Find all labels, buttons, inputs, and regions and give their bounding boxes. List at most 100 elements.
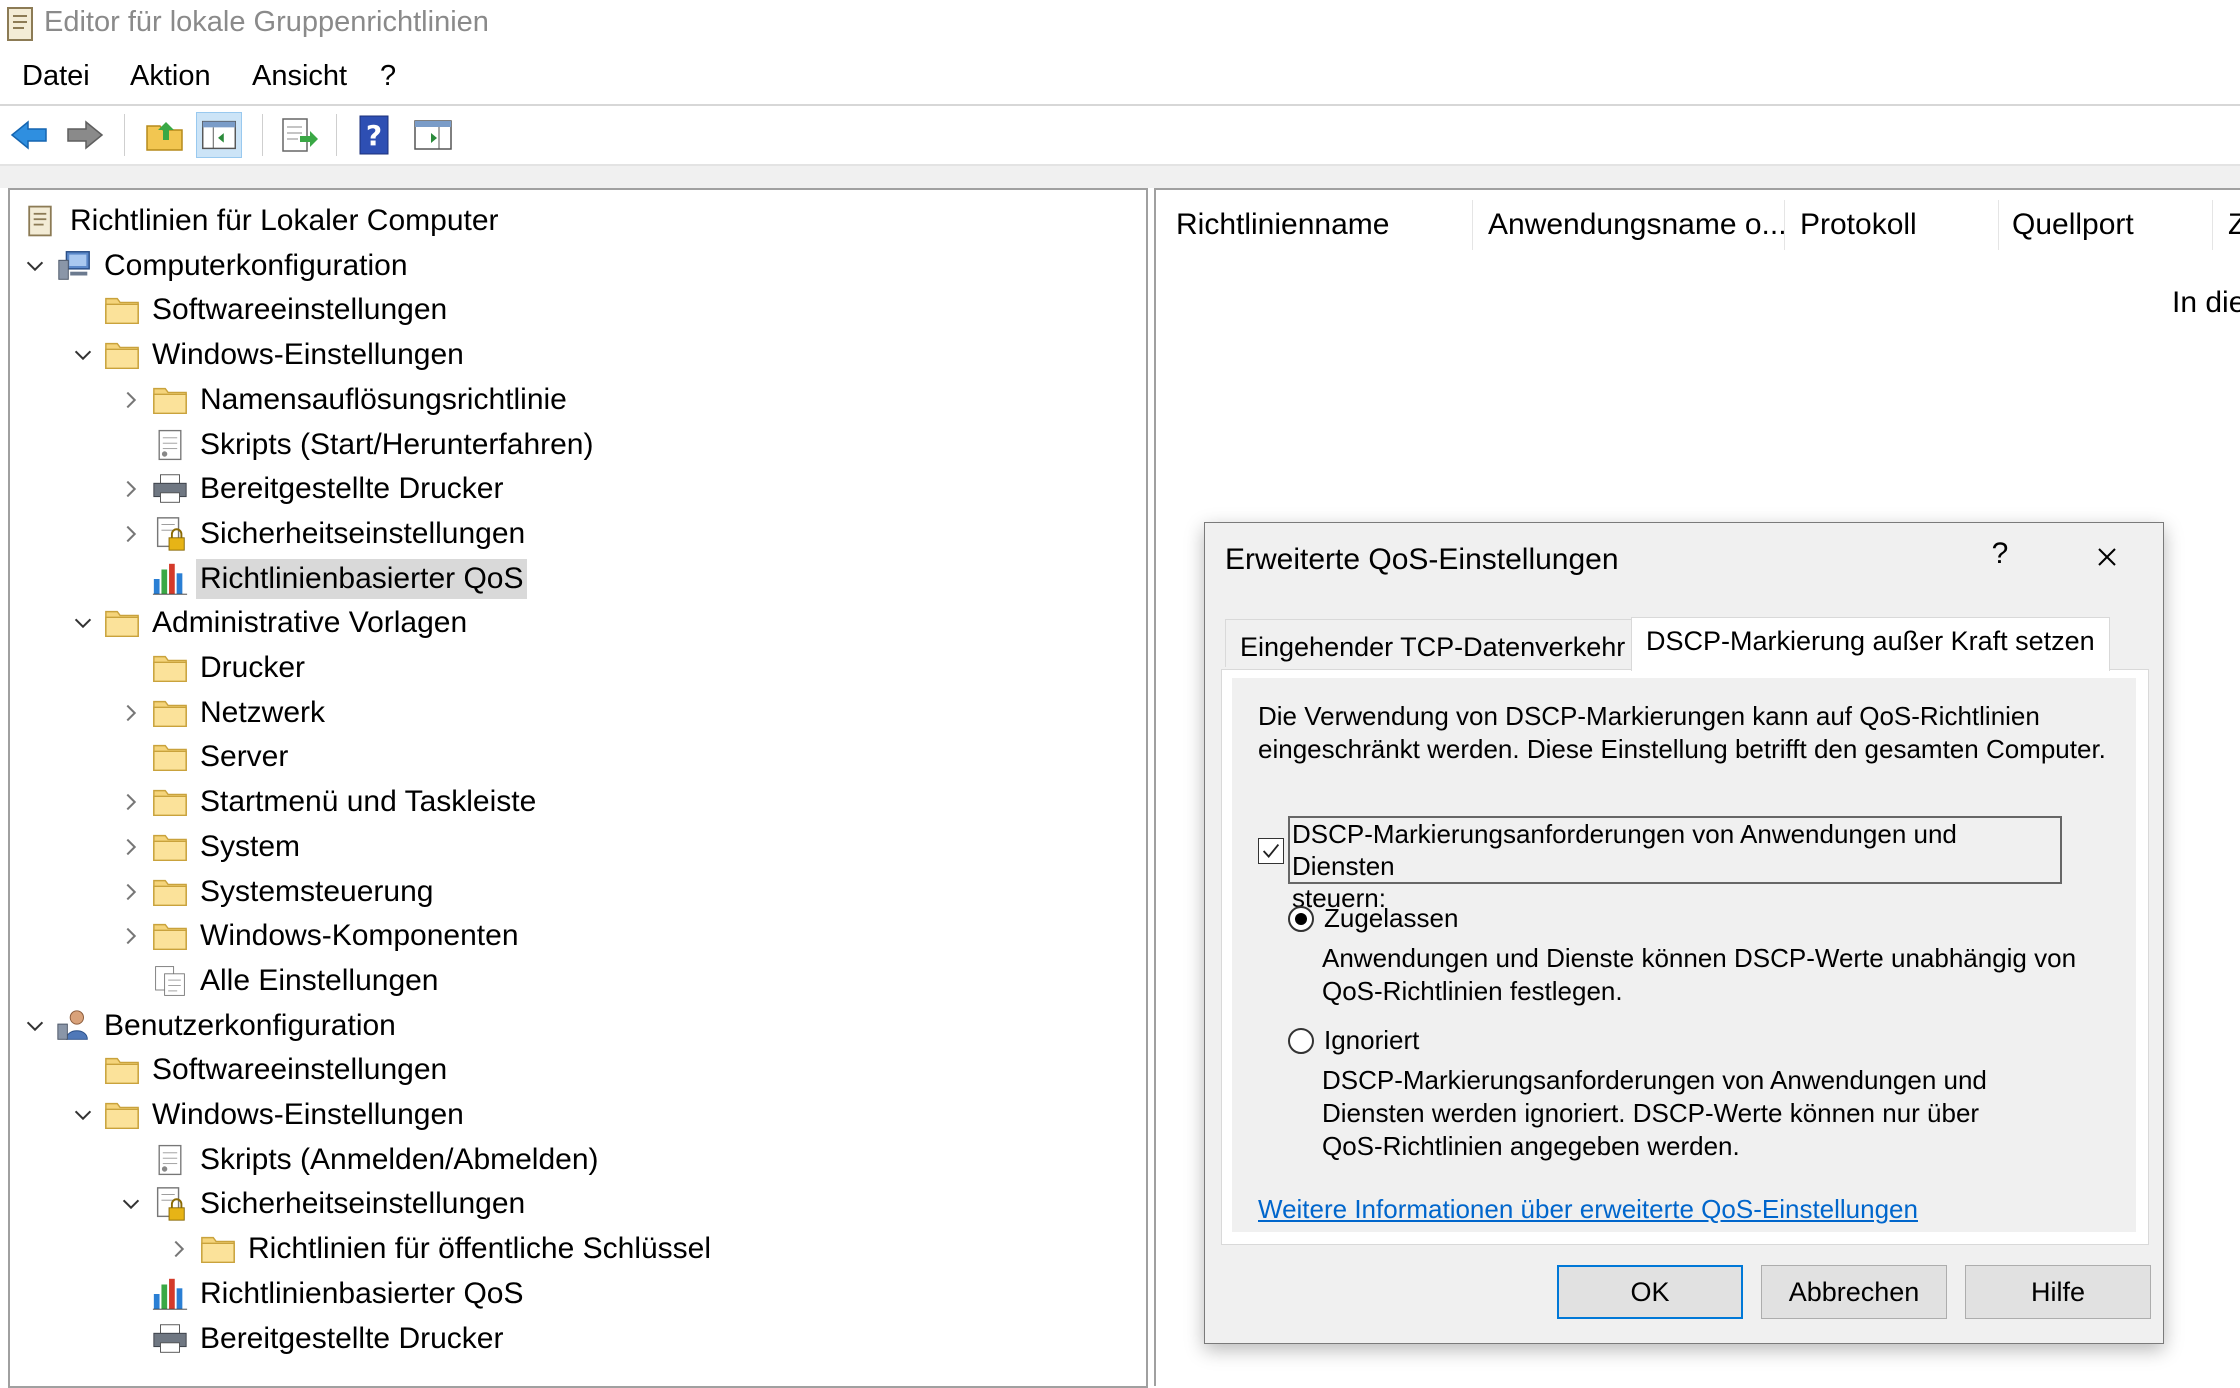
tree-node-label: Windows-Einstellungen (152, 338, 464, 372)
control-dscp-checkbox-label[interactable]: DSCP-Markierungsanforderungen von Anwend… (1288, 816, 2062, 913)
chevron-down-icon[interactable] (18, 1004, 52, 1048)
cancel-button[interactable]: Abbrechen (1761, 1265, 1947, 1319)
tree-node-label: Startmenü und Taskleiste (200, 785, 537, 819)
tree-node-richtlinienbasierter-qos[interactable]: Richtlinienbasierter QoS (114, 557, 528, 601)
chevron-down-icon[interactable] (66, 601, 100, 645)
radio-zugelassen-label[interactable]: Zugelassen (1324, 902, 1458, 935)
tree-node-drucker[interactable]: Drucker (114, 646, 309, 690)
tree-node-startmenu-und-taskleiste[interactable]: Startmenü und Taskleiste (114, 780, 540, 824)
column-header-z[interactable]: Z (2228, 208, 2240, 242)
tree-node-windows-einstellungen[interactable]: Windows-Einstellungen (66, 333, 468, 377)
chevron-right-icon[interactable] (114, 825, 148, 869)
dialog-help-button[interactable]: ? (1980, 537, 2020, 571)
description-line-1: Die Verwendung von DSCP-Markierungen kan… (1258, 701, 2040, 731)
toolbar-separator (336, 114, 337, 156)
tree-node-bereitgestellte-drucker[interactable]: Bereitgestellte Drucker (114, 467, 507, 511)
chevron-down-icon[interactable] (114, 1182, 148, 1226)
chevron-right-icon[interactable] (114, 378, 148, 422)
printer-icon (148, 467, 192, 511)
tree-node-benutzerkonfiguration[interactable]: Benutzerkonfiguration (18, 1004, 400, 1048)
chevron-right-icon[interactable] (114, 467, 148, 511)
tree-node-label: Windows-Komponenten (200, 919, 519, 953)
folder-icon (148, 825, 192, 869)
checkbox-label-line-1: DSCP-Markierungsanforderungen von Anwend… (1292, 819, 1957, 881)
ok-button[interactable]: OK (1557, 1265, 1743, 1319)
menu-help[interactable]: ? (380, 60, 396, 93)
column-header-quellport[interactable]: Quellport (2012, 208, 2134, 242)
chevron-right-icon[interactable] (114, 914, 148, 958)
tree-node-namensauflosungsrichtlinie[interactable]: Namensauflösungsrichtlinie (114, 378, 571, 422)
tab-inbound-tcp[interactable]: Eingehender TCP-Datenverkehr (1225, 619, 1641, 667)
close-icon[interactable] (2085, 535, 2129, 579)
tree-root[interactable]: Richtlinien für Lokaler Computer (18, 199, 503, 243)
column-header-richtlinienname[interactable]: Richtlinienname (1176, 208, 1389, 242)
column-separator[interactable] (2212, 200, 2213, 250)
help-icon[interactable]: ? (352, 112, 398, 158)
up-folder-icon[interactable] (142, 112, 188, 158)
tree-node-softwareeinstellungen[interactable]: Softwareeinstellungen (66, 1048, 451, 1092)
radio-ignoriert[interactable] (1288, 1028, 1314, 1054)
tree-node-system[interactable]: System (114, 825, 304, 869)
column-header-protokoll[interactable]: Protokoll (1800, 208, 1917, 242)
column-separator[interactable] (1998, 200, 1999, 250)
column-header-anwendungsname[interactable]: Anwendungsname o... (1488, 208, 1787, 242)
radio-zugelassen[interactable] (1288, 906, 1314, 932)
zugelassen-description-line-2: QoS-Richtlinien festlegen. (1322, 976, 1623, 1006)
tree-node-computerkonfiguration[interactable]: Computerkonfiguration (18, 244, 412, 288)
user-config-icon (52, 1004, 96, 1048)
tree-node-label: Namensauflösungsrichtlinie (200, 382, 567, 416)
tree-node-label: Bereitgestellte Drucker (200, 472, 504, 506)
tree-node-softwareeinstellungen[interactable]: Softwareeinstellungen (66, 288, 451, 332)
show-action-pane-icon[interactable] (410, 112, 456, 158)
folder-icon (100, 288, 144, 332)
tree-node-systemsteuerung[interactable]: Systemsteuerung (114, 870, 437, 914)
tree-node-skripts-anmelden-abmelden[interactable]: Skripts (Anmelden/Abmelden) (114, 1138, 603, 1182)
tab-panel: Die Verwendung von DSCP-Markierungen kan… (1221, 669, 2149, 1245)
tree-node-windows-einstellungen[interactable]: Windows-Einstellungen (66, 1093, 468, 1137)
tree-node-netzwerk[interactable]: Netzwerk (114, 691, 329, 735)
chevron-right-icon[interactable] (114, 870, 148, 914)
menu-ansicht[interactable]: Ansicht (252, 60, 347, 93)
menu-datei[interactable]: Datei (22, 60, 90, 93)
menu-aktion[interactable]: Aktion (130, 60, 211, 93)
tree-node-server[interactable]: Server (114, 735, 292, 779)
show-hide-tree-icon[interactable] (196, 112, 242, 158)
tree-node-richtlinien-fur-offentliche-schlussel[interactable]: Richtlinien für öffentliche Schlüssel (162, 1227, 715, 1271)
back-icon[interactable] (6, 112, 52, 158)
window-title: Editor für lokale Gruppenrichtlinien (44, 6, 489, 38)
forward-icon[interactable] (62, 112, 108, 158)
tree-node-sicherheitseinstellungen[interactable]: Sicherheitseinstellungen (114, 1182, 529, 1226)
more-info-link[interactable]: Weitere Informationen über erweiterte Qo… (1258, 1194, 1918, 1225)
tree-node-label: Netzwerk (200, 695, 326, 729)
tree-pane[interactable]: Richtlinien für Lokaler Computer Compute… (8, 188, 1148, 1388)
chevron-right-icon[interactable] (114, 780, 148, 824)
control-dscp-checkbox[interactable] (1258, 838, 1284, 864)
ignoriert-description-line-1: DSCP-Markierungsanforderungen von Anwend… (1322, 1065, 1987, 1095)
chevron-right-icon[interactable] (114, 512, 148, 556)
tree-node-sicherheitseinstellungen[interactable]: Sicherheitseinstellungen (114, 512, 529, 556)
tab-dscp-override[interactable]: DSCP-Markierung außer Kraft setzen (1631, 617, 2110, 671)
export-list-icon[interactable] (276, 112, 322, 158)
tree-node-skripts-start-herunterfahren[interactable]: Skripts (Start/Herunterfahren) (114, 423, 597, 467)
folder-icon (148, 735, 192, 779)
tree-node-alle-einstellungen[interactable]: Alle Einstellungen (114, 959, 443, 1003)
help-button[interactable]: Hilfe (1965, 1265, 2151, 1319)
radio-ignoriert-label[interactable]: Ignoriert (1324, 1024, 1419, 1057)
tree-node-administrative-vorlagen[interactable]: Administrative Vorlagen (66, 601, 471, 645)
column-separator[interactable] (1472, 200, 1473, 250)
tree-node-richtlinienbasierter-qos[interactable]: Richtlinienbasierter QoS (114, 1272, 527, 1316)
tree-node-windows-komponenten[interactable]: Windows-Komponenten (114, 914, 523, 958)
chevron-right-icon[interactable] (114, 691, 148, 735)
chevron-down-icon[interactable] (18, 244, 52, 288)
chevron-right-icon[interactable] (162, 1227, 196, 1271)
tree-node-label: Skripts (Anmelden/Abmelden) (200, 1142, 599, 1176)
chevron-down-icon[interactable] (66, 333, 100, 377)
tree-node-bereitgestellte-drucker[interactable]: Bereitgestellte Drucker (114, 1317, 507, 1361)
folder-icon (148, 914, 192, 958)
policy-root-icon (18, 199, 62, 243)
chevron-down-icon[interactable] (66, 1093, 100, 1137)
column-separator[interactable] (1784, 200, 1785, 250)
